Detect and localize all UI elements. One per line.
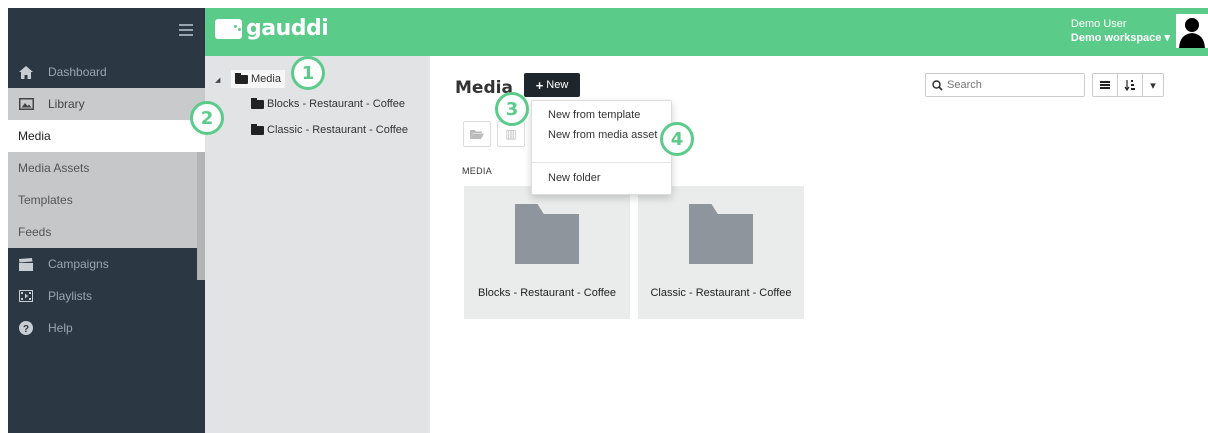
sidebar-item-label: Library — [48, 97, 85, 111]
folder-card-label: Classic - Restaurant - Coffee — [650, 287, 792, 299]
section-label: MEDIA — [462, 166, 493, 176]
user-name: Demo User — [1070, 18, 1127, 30]
clapperboard-icon — [18, 257, 34, 271]
image-icon — [18, 97, 34, 111]
logo-mark-icon — [215, 18, 242, 39]
sort-icon[interactable] — [1118, 74, 1143, 96]
menu-item-new-from-media-asset[interactable]: New from media asset — [548, 129, 657, 141]
sidebar-sub-label: Templates — [18, 193, 73, 207]
sidebar-item-playlists[interactable]: Playlists — [8, 280, 205, 312]
callout-badge: 3 — [495, 92, 529, 126]
sidebar-item-campaigns[interactable]: Campaigns — [8, 248, 205, 280]
sidebar-sub-media-assets[interactable]: Media Assets — [8, 152, 205, 184]
new-button[interactable]: + New — [524, 73, 580, 97]
sidebar-top — [8, 8, 205, 56]
sidebar-sub-feeds[interactable]: Feeds — [8, 216, 205, 248]
callout-badge: 1 — [291, 56, 325, 90]
open-folder-button[interactable] — [463, 121, 491, 147]
search-icon — [932, 79, 943, 91]
workspace-name: Demo workspace — [1070, 32, 1162, 44]
app-frame: Dashboard Library Media Media Assets Tem… — [8, 8, 1208, 433]
chevron-down-icon[interactable]: ▾ — [1143, 74, 1163, 96]
list-view-icon[interactable] — [1093, 74, 1118, 96]
caret-down-icon: ▾ — [1164, 32, 1170, 44]
tree-node-label: Blocks - Restaurant - Coffee — [267, 98, 405, 110]
sidebar-item-dashboard[interactable]: Dashboard — [8, 56, 205, 88]
home-icon — [18, 65, 34, 79]
folder-icon — [515, 214, 579, 264]
sidebar-sub-templates[interactable]: Templates — [8, 184, 205, 216]
menu-item-new-folder[interactable]: New folder — [548, 172, 601, 184]
folder-icon — [251, 97, 264, 109]
plus-icon: + — [535, 77, 544, 93]
folder-open-icon — [470, 130, 484, 139]
search-box[interactable] — [925, 73, 1085, 97]
sidebar-sub-label: Media Assets — [18, 161, 90, 175]
folder-icon — [251, 123, 264, 135]
tree-node-label: Media — [251, 73, 281, 85]
sidebar-item-label: Playlists — [48, 289, 93, 303]
top-header: gauddi Demo User Demo workspace ▾ — [205, 8, 1208, 56]
tree-node-label: Classic - Restaurant - Coffee — [267, 124, 409, 136]
tree-node-child[interactable]: Classic - Restaurant - Coffee — [251, 123, 409, 136]
folder-open-icon — [235, 72, 248, 84]
tree-node-child[interactable]: Blocks - Restaurant - Coffee — [251, 97, 405, 110]
folder-card[interactable]: Classic - Restaurant - Coffee — [638, 186, 804, 319]
logo-text: gauddi — [246, 16, 329, 41]
callout-badge: 4 — [660, 122, 694, 156]
help-icon: ? — [18, 321, 34, 335]
folder-tree-panel: ◢ Media Blocks - Restaurant - Coffee Cla… — [205, 56, 430, 433]
menu-divider — [532, 162, 671, 163]
sidebar-item-label: Help — [48, 321, 73, 335]
sidebar-item-help[interactable]: ? Help — [8, 312, 205, 344]
menu-item-new-from-template[interactable]: New from template — [548, 109, 640, 121]
view-controls: ▾ — [1092, 73, 1164, 97]
film-strip-icon — [18, 289, 34, 303]
svg-text:?: ? — [23, 324, 29, 335]
library-submenu: Media Media Assets Templates Feeds — [8, 120, 205, 280]
folder-card-label: Blocks - Restaurant - Coffee — [478, 287, 616, 299]
sidebar-scrollbar[interactable] — [197, 152, 205, 280]
sidebar: Dashboard Library Media Media Assets Tem… — [8, 8, 205, 433]
new-button-label: New — [546, 79, 569, 91]
sidebar-item-label: Campaigns — [48, 257, 109, 271]
tree-expand-icon[interactable]: ◢ — [215, 76, 220, 84]
sidebar-item-library[interactable]: Library — [8, 88, 205, 120]
search-input[interactable] — [947, 79, 1077, 91]
new-dropdown-menu: New from template New from media asset N… — [531, 100, 672, 195]
folder-card[interactable]: Blocks - Restaurant - Coffee — [464, 186, 630, 319]
tree-node-root[interactable]: Media — [231, 70, 285, 88]
user-menu[interactable]: Demo User Demo workspace ▾ — [1071, 17, 1170, 45]
callout-badge: 2 — [190, 101, 224, 135]
folder-icon — [689, 214, 753, 264]
sidebar-sub-media[interactable]: Media — [8, 120, 205, 152]
sidebar-sub-label: Feeds — [18, 225, 52, 239]
hamburger-menu-icon[interactable] — [179, 24, 193, 36]
logo[interactable]: gauddi — [215, 16, 329, 41]
sidebar-sub-label: Media — [18, 129, 51, 143]
trash-icon: ▥ — [505, 127, 517, 141]
avatar[interactable] — [1176, 14, 1208, 48]
sidebar-item-label: Dashboard — [48, 65, 107, 79]
